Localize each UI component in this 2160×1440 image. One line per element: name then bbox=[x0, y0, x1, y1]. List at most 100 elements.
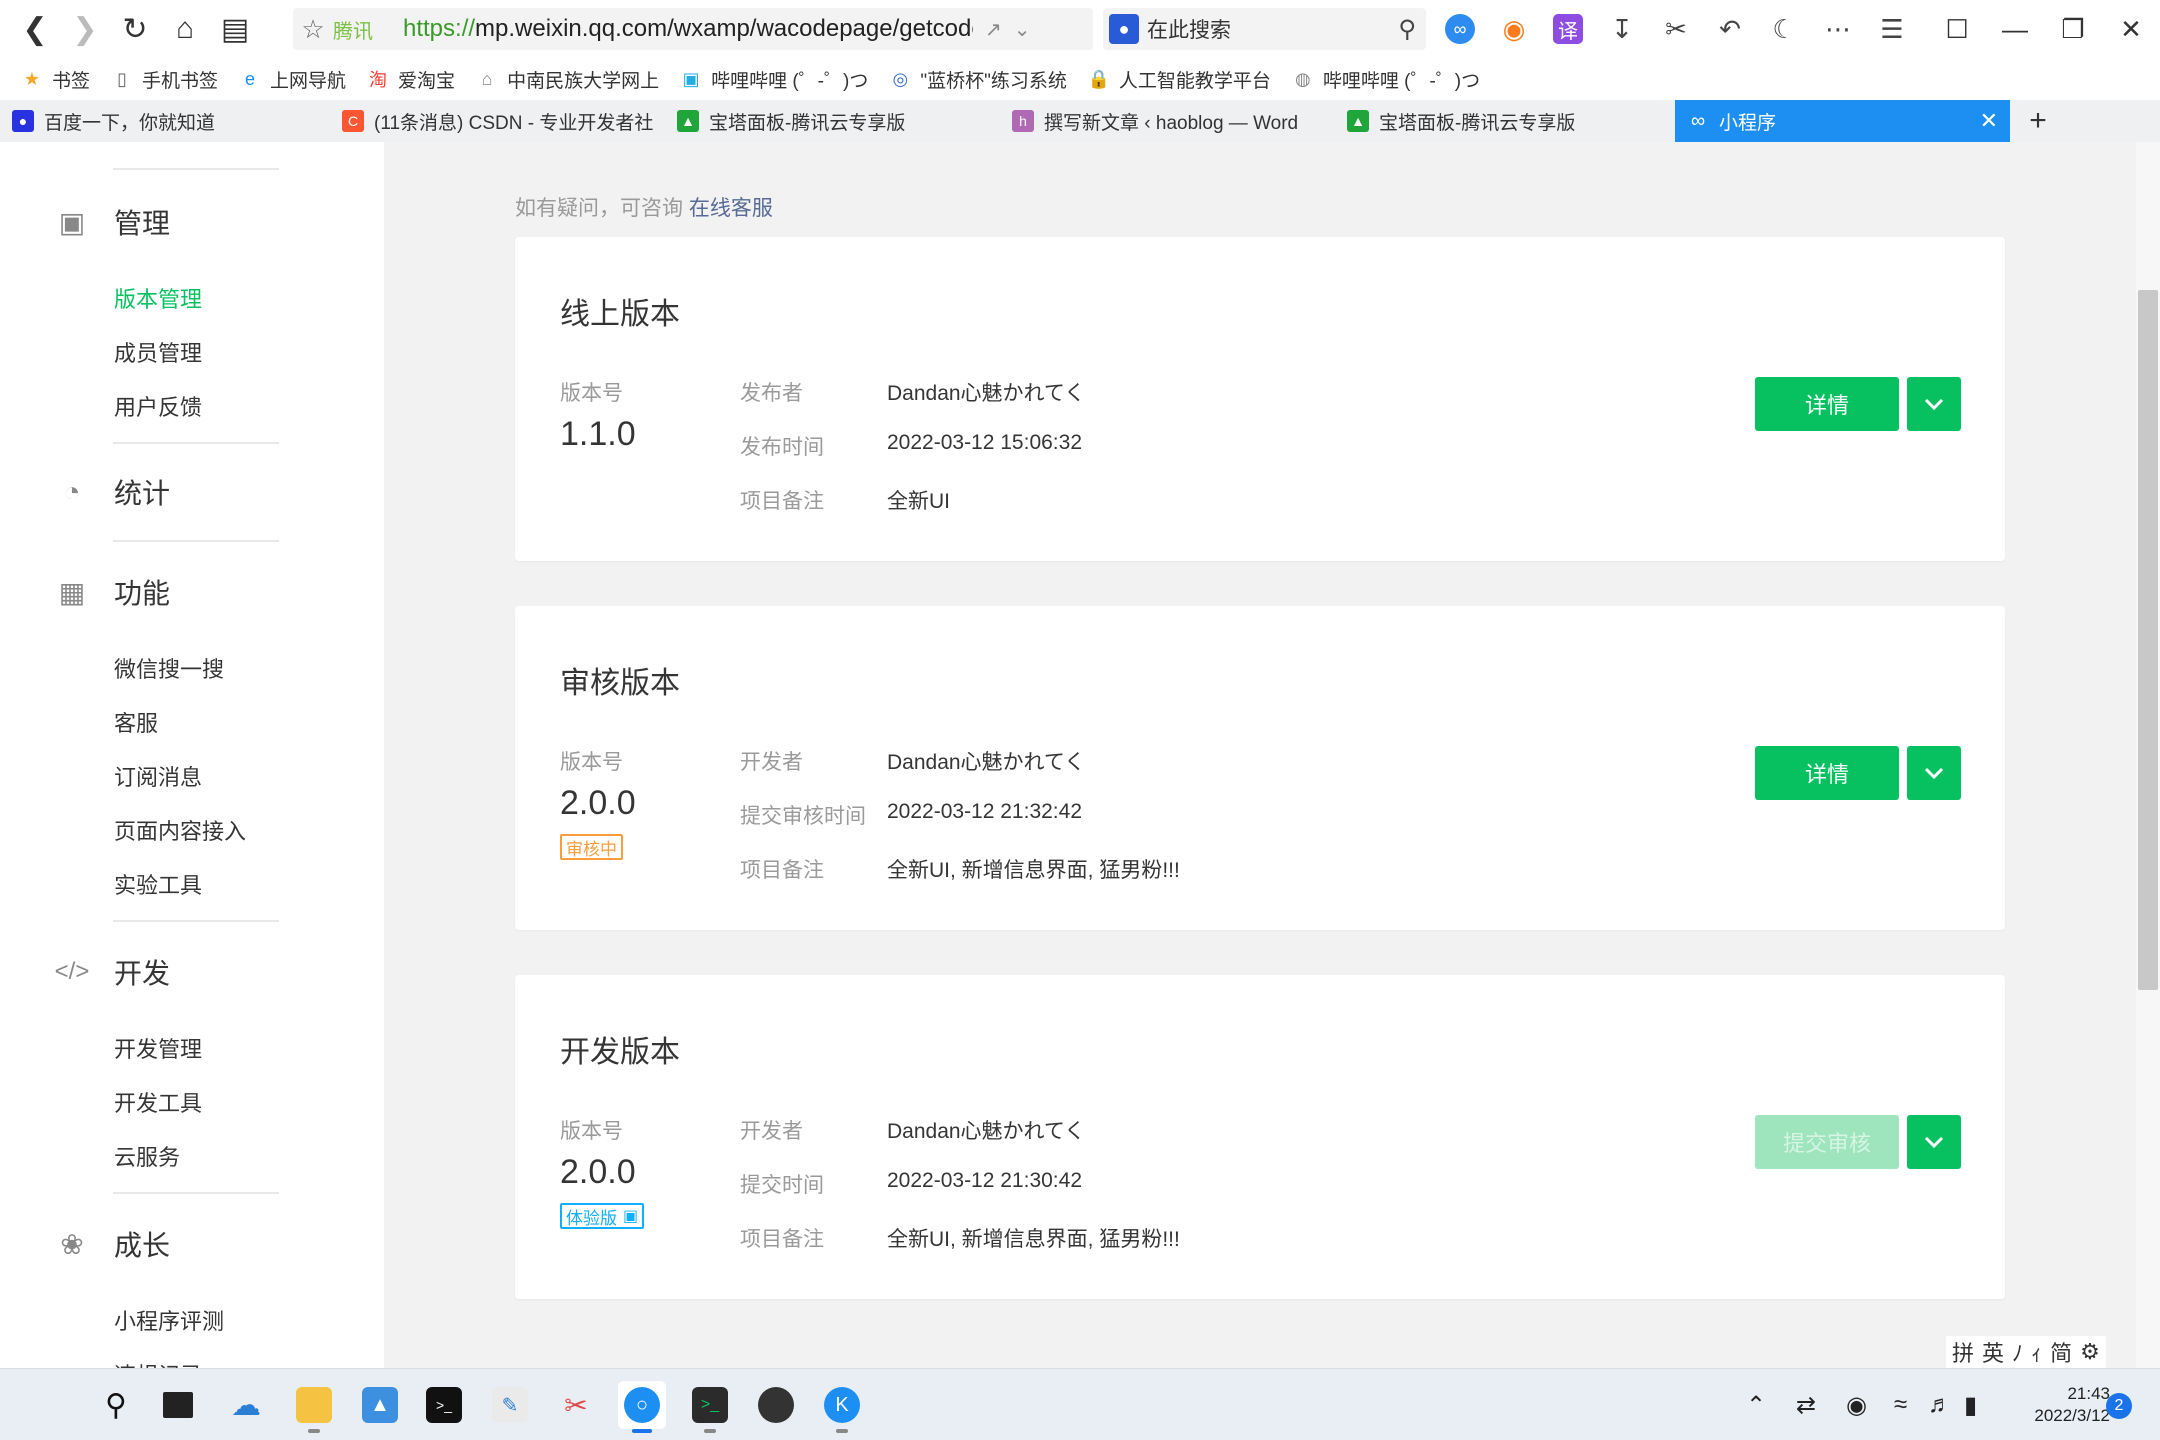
moon-icon[interactable]: ☾ bbox=[1762, 8, 1806, 50]
bookmark-item[interactable]: ▯ 手机书签 bbox=[110, 66, 218, 93]
avatar-app-button[interactable] bbox=[752, 1381, 800, 1429]
sidebar-section-statistics[interactable]: ◔ 统计 bbox=[56, 472, 170, 512]
status-badge-trial[interactable]: 体验版 ▣ bbox=[560, 1203, 645, 1229]
clock-time: 21:43 bbox=[2067, 1384, 2110, 1403]
submit-review-button[interactable]: 提交审核 bbox=[1755, 1115, 1899, 1169]
share-icon[interactable]: ↗ bbox=[985, 17, 1002, 42]
bookmark-item[interactable]: ◎ "蓝桥杯"练习系统 bbox=[888, 66, 1066, 93]
reader-icon[interactable]: ▤ bbox=[210, 4, 260, 54]
new-tab-icon[interactable]: + bbox=[2010, 100, 2066, 142]
sidebar-item-version-management[interactable]: 版本管理 bbox=[114, 282, 202, 314]
tab-baota-1[interactable]: ▲ 宝塔面板-腾讯云专享版 bbox=[665, 100, 1000, 142]
sidebar-section-growth[interactable]: ❀ 成长 bbox=[56, 1224, 170, 1264]
game-controller-icon[interactable]: ◉ bbox=[1492, 8, 1536, 50]
home-icon[interactable]: ⌂ bbox=[160, 4, 210, 54]
sidebar-item-dev-tools[interactable]: 开发工具 bbox=[114, 1086, 202, 1118]
bookmark-star-icon[interactable]: ☆ bbox=[293, 14, 333, 45]
sidebar-item-subscription[interactable]: 订阅消息 bbox=[114, 760, 202, 792]
ime-settings-icon[interactable]: ⚙ bbox=[2080, 1339, 2100, 1365]
sidebar-item-customer-service[interactable]: 客服 bbox=[114, 706, 158, 738]
sidebar-section-develop[interactable]: </> 开发 bbox=[55, 952, 170, 992]
notification-badge[interactable]: 2 bbox=[2106, 1393, 2132, 1419]
sidebar-item-dev-management[interactable]: 开发管理 bbox=[114, 1032, 202, 1064]
search-box[interactable]: ● 在此搜索 ⚲ bbox=[1103, 8, 1426, 50]
onedrive-button[interactable]: ☁ bbox=[222, 1381, 270, 1429]
shirt-icon[interactable]: ☐ bbox=[1928, 0, 1986, 58]
details-button[interactable]: 详情 bbox=[1755, 746, 1899, 800]
forward-icon[interactable]: ❯ bbox=[60, 4, 110, 54]
tab-baidu[interactable]: ● 百度一下，你就知道 bbox=[0, 100, 330, 142]
close-icon[interactable]: ✕ bbox=[2102, 0, 2160, 58]
search-taskbar-button[interactable]: ⚲ bbox=[92, 1381, 140, 1429]
bookmark-item[interactable]: ★ 书签 bbox=[20, 66, 90, 93]
sidebar-item-page-content[interactable]: 页面内容接入 bbox=[114, 814, 246, 846]
bookmark-item[interactable]: ⌂ 中南民族大学网上 bbox=[475, 66, 659, 93]
start-button[interactable] bbox=[26, 1381, 74, 1429]
ime-item[interactable]: 英 bbox=[1982, 1336, 2004, 1368]
translate-icon[interactable]: 译 bbox=[1546, 8, 1590, 50]
undo-icon[interactable]: ↶ bbox=[1708, 8, 1752, 50]
more-icon[interactable]: ⋯ bbox=[1816, 8, 1860, 50]
restore-icon[interactable]: ❐ bbox=[2044, 0, 2102, 58]
download-icon[interactable]: ↧ bbox=[1600, 8, 1644, 50]
sidebar-item-member-management[interactable]: 成员管理 bbox=[114, 336, 202, 368]
url-text[interactable]: https://mp.weixin.qq.com/wxamp/wacodepag… bbox=[403, 15, 973, 43]
task-view-button[interactable] bbox=[154, 1381, 202, 1429]
chevron-down-icon[interactable]: ⌄ bbox=[1014, 17, 1031, 42]
sidebar-item-lab-tools[interactable]: 实验工具 bbox=[114, 868, 202, 900]
system-clock[interactable]: 21:43 2022/3/12 bbox=[2000, 1383, 2110, 1427]
details-button[interactable]: 详情 bbox=[1755, 377, 1899, 431]
sidebar-item-user-feedback[interactable]: 用户反馈 bbox=[114, 390, 202, 422]
volume-icon[interactable]: ♬ bbox=[1928, 1369, 1952, 1440]
tab-miniprogram[interactable]: ∞ 小程序 ✕ bbox=[1675, 100, 2010, 142]
sidebar-item-evaluation[interactable]: 小程序评测 bbox=[114, 1304, 224, 1336]
bookmark-item[interactable]: ◍ 哔哩哔哩 (゜-゜)つ bbox=[1291, 66, 1480, 93]
minimize-icon[interactable]: — bbox=[1986, 0, 2044, 58]
wechat-devtools-button[interactable]: >_ bbox=[686, 1381, 734, 1433]
terminal-button[interactable]: >_ bbox=[420, 1381, 468, 1429]
snipping-tool-button[interactable]: ✂ bbox=[552, 1381, 600, 1429]
qq-icon[interactable]: ◉ bbox=[1846, 1369, 1867, 1440]
dropdown-button[interactable] bbox=[1907, 377, 1961, 431]
bookmark-item[interactable]: e 上网导航 bbox=[238, 66, 346, 93]
close-tab-icon[interactable]: ✕ bbox=[1980, 108, 1998, 134]
battery-icon[interactable]: ▮ bbox=[1964, 1369, 1977, 1440]
tab-csdn[interactable]: C (11条消息) CSDN - 专业开发者社 bbox=[330, 100, 665, 142]
refresh-icon[interactable]: ↻ bbox=[110, 4, 160, 54]
wifi-icon[interactable]: ≈ bbox=[1894, 1369, 1907, 1440]
sidebar-section-features[interactable]: ▦ 功能 bbox=[56, 572, 170, 612]
tab-baota-2[interactable]: ▲ 宝塔面板-腾讯云专享版 bbox=[1335, 100, 1675, 142]
browser-taskbar-button[interactable]: ○ bbox=[618, 1381, 666, 1433]
ime-mode[interactable]: 拼 bbox=[1952, 1336, 1974, 1368]
address-bar[interactable]: ☆ 腾讯 https://mp.weixin.qq.com/wxamp/waco… bbox=[293, 8, 1093, 50]
file-explorer-button[interactable] bbox=[290, 1381, 338, 1433]
kugou-button[interactable]: K bbox=[818, 1381, 866, 1433]
search-icon[interactable]: ⚲ bbox=[1398, 15, 1416, 44]
sidebar-item-wechat-search[interactable]: 微信搜一搜 bbox=[114, 652, 224, 684]
extension-infinity-icon[interactable]: ∞ bbox=[1438, 8, 1482, 50]
sidebar-item-violations[interactable]: 违规记录 bbox=[114, 1358, 202, 1368]
ime-item[interactable]: ﾉ bbox=[2012, 1336, 2023, 1368]
baidu-paw-icon[interactable]: ● bbox=[1109, 14, 1139, 44]
notepad-button[interactable]: ✎ bbox=[486, 1381, 534, 1429]
dropdown-button[interactable] bbox=[1907, 746, 1961, 800]
bookmark-item[interactable]: 淘爱淘宝 bbox=[366, 66, 455, 93]
ime-toolbar[interactable]: 拼 英 ﾉ ｨ 简 ⚙ bbox=[1946, 1336, 2106, 1368]
ime-item[interactable]: ｨ bbox=[2031, 1336, 2042, 1368]
sidebar-section-manage[interactable]: ▣ 管理 bbox=[56, 202, 170, 242]
sidebar-item-cloud-service[interactable]: 云服务 bbox=[114, 1140, 180, 1172]
scissors-icon[interactable]: ✂ bbox=[1654, 8, 1698, 50]
online-service-link[interactable]: 在线客服 bbox=[689, 197, 773, 220]
bookmark-item[interactable]: ▣ 哔哩哔哩 (゜-゜)つ bbox=[679, 66, 869, 93]
ime-item[interactable]: 简 bbox=[2050, 1336, 2072, 1368]
back-icon[interactable]: ❮ bbox=[10, 4, 60, 54]
tab-wordpress[interactable]: h 撰写新文章 ‹ haoblog — Word bbox=[1000, 100, 1335, 142]
shield-icon: ▲ bbox=[677, 110, 699, 132]
tray-expand-icon[interactable]: ⌃ bbox=[1746, 1369, 1766, 1440]
switch-icon[interactable]: ⇄ bbox=[1796, 1369, 1816, 1440]
dropdown-button[interactable] bbox=[1907, 1115, 1961, 1169]
menu-icon[interactable]: ☰ bbox=[1870, 8, 1914, 50]
bookmark-item[interactable]: 🔒 人工智能教学平台 bbox=[1087, 66, 1271, 93]
scrollbar-thumb[interactable] bbox=[2138, 290, 2158, 990]
photos-button[interactable]: ▲ bbox=[356, 1381, 404, 1429]
